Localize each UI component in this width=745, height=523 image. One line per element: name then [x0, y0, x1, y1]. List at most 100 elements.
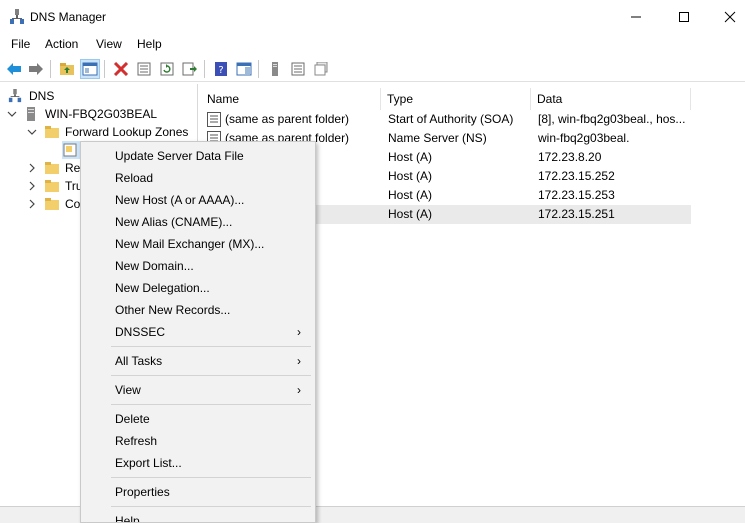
cell-data: 172.23.15.253	[538, 188, 615, 202]
tree-node-dns[interactable]: DNS	[8, 87, 54, 105]
detail-icon	[314, 62, 328, 76]
column-header-data[interactable]: Data	[531, 88, 691, 110]
detail-view-button[interactable]	[311, 59, 331, 79]
folder-icon	[44, 161, 60, 175]
menu-item-label: Reload	[115, 171, 154, 185]
column-header-name[interactable]: Name	[201, 88, 381, 110]
server-button[interactable]	[265, 59, 285, 79]
chevron-down-icon[interactable]	[6, 110, 18, 118]
help-button[interactable]: ?	[211, 59, 231, 79]
submenu-arrow-icon: ›	[297, 354, 301, 368]
menu-item-label: View	[115, 383, 141, 397]
show-hide-tree-button[interactable]	[80, 59, 100, 79]
svg-text:?: ?	[218, 65, 223, 76]
menu-item-label: Refresh	[115, 434, 158, 448]
cell-type: Host (A)	[388, 188, 433, 202]
record-icon	[207, 112, 221, 127]
zone-icon	[62, 143, 78, 157]
menu-item-help[interactable]: Help	[81, 510, 315, 522]
back-arrow-icon	[7, 63, 21, 75]
forward-button[interactable]	[26, 59, 46, 79]
menu-item-export-list[interactable]: Export List...	[81, 452, 315, 474]
tree-label-dns: DNS	[29, 89, 55, 103]
menu-help[interactable]: Help	[137, 37, 162, 51]
tree-node-conditional-forwarders[interactable]: Co	[26, 195, 80, 213]
cell-data: [8], win-fbq2g03beal., hos...	[538, 112, 686, 126]
server-icon	[272, 62, 278, 76]
menu-view[interactable]: View	[96, 37, 122, 51]
menu-separator	[111, 404, 311, 405]
menu-item-new-host[interactable]: New Host (A or AAAA)...	[81, 189, 315, 211]
server-icon	[24, 107, 40, 121]
chevron-right-icon[interactable]	[26, 199, 38, 209]
menu-item-view[interactable]: View ›	[81, 379, 315, 401]
minimize-icon	[631, 16, 641, 18]
menu-item-new-delegation[interactable]: New Delegation...	[81, 277, 315, 299]
menu-item-delete[interactable]: Delete	[81, 408, 315, 430]
menu-item-label: New Mail Exchanger (MX)...	[115, 237, 265, 251]
up-one-level-button[interactable]	[57, 59, 77, 79]
menu-separator	[111, 375, 311, 376]
menu-file[interactable]: File	[11, 37, 30, 51]
tree-node-forward-lookup-zones[interactable]: Forward Lookup Zones	[26, 123, 188, 141]
cell-type: Name Server (NS)	[388, 131, 487, 145]
tree-node-selected-zone[interactable]	[62, 141, 80, 159]
tree-label-server: WIN-FBQ2G03BEAL	[45, 107, 158, 121]
close-button[interactable]	[707, 0, 745, 34]
refresh-icon	[160, 62, 174, 76]
properties-button[interactable]	[134, 59, 154, 79]
menu-item-label: Properties	[115, 485, 170, 499]
toolbar: ?	[0, 56, 745, 82]
list-icon	[291, 62, 305, 76]
submenu-arrow-icon: ›	[297, 383, 301, 397]
cell-type: Host (A)	[388, 150, 433, 164]
menu-item-label: All Tasks	[115, 354, 163, 368]
cell-type: Host (A)	[388, 207, 433, 221]
folder-icon	[44, 179, 60, 193]
tree-label-conditional-forwarders: Co	[65, 197, 81, 211]
delete-icon	[113, 62, 129, 76]
context-menu: Update Server Data File Reload New Host …	[80, 141, 316, 523]
menu-item-new-domain[interactable]: New Domain...	[81, 255, 315, 277]
chevron-right-icon[interactable]	[26, 181, 38, 191]
menu-item-label: New Alias (CNAME)...	[115, 215, 233, 229]
toolbar-separator	[50, 60, 51, 78]
menu-item-new-alias[interactable]: New Alias (CNAME)...	[81, 211, 315, 233]
cell-name: (same as parent folder)	[225, 112, 350, 126]
menu-item-reload[interactable]: Reload	[81, 167, 315, 189]
menu-item-new-mail-exchanger[interactable]: New Mail Exchanger (MX)...	[81, 233, 315, 255]
chevron-right-icon[interactable]	[26, 163, 38, 173]
menu-item-update-server-data-file[interactable]: Update Server Data File	[81, 145, 315, 167]
folder-icon	[44, 125, 60, 139]
maximize-icon	[679, 12, 689, 22]
menu-separator	[111, 346, 311, 347]
menu-action[interactable]: Action	[45, 37, 78, 51]
close-icon	[724, 11, 736, 23]
menu-item-refresh[interactable]: Refresh	[81, 430, 315, 452]
export-list-button[interactable]	[180, 59, 200, 79]
cell-data: win-fbq2g03beal.	[538, 131, 630, 145]
menu-item-all-tasks[interactable]: All Tasks ›	[81, 350, 315, 372]
refresh-button[interactable]	[157, 59, 177, 79]
menu-item-properties[interactable]: Properties	[81, 481, 315, 503]
folder-icon	[44, 197, 60, 211]
menu-item-label: Update Server Data File	[115, 149, 244, 163]
tree-node-reverse-lookup-zones[interactable]: Rev	[26, 159, 86, 177]
window-title: DNS Manager	[30, 10, 107, 24]
back-button[interactable]	[4, 59, 24, 79]
chevron-down-icon[interactable]	[26, 128, 38, 136]
minimize-button[interactable]	[613, 0, 659, 34]
export-list-icon	[182, 62, 197, 76]
menu-item-dnssec[interactable]: DNSSEC ›	[81, 321, 315, 343]
list-view-button[interactable]	[288, 59, 308, 79]
action-pane-button[interactable]	[234, 59, 254, 79]
cell-data: 172.23.8.20	[538, 150, 602, 164]
tree-node-trust-points[interactable]: Tru	[26, 177, 83, 195]
maximize-button[interactable]	[661, 0, 707, 34]
table-row[interactable]: (same as parent folder) Start of Authori…	[201, 110, 691, 129]
column-header-type[interactable]: Type	[381, 88, 531, 110]
tree-node-server[interactable]: WIN-FBQ2G03BEAL	[6, 105, 157, 123]
delete-button[interactable]	[111, 59, 131, 79]
menu-bar: File Action View Help	[0, 34, 745, 56]
menu-item-other-new-records[interactable]: Other New Records...	[81, 299, 315, 321]
